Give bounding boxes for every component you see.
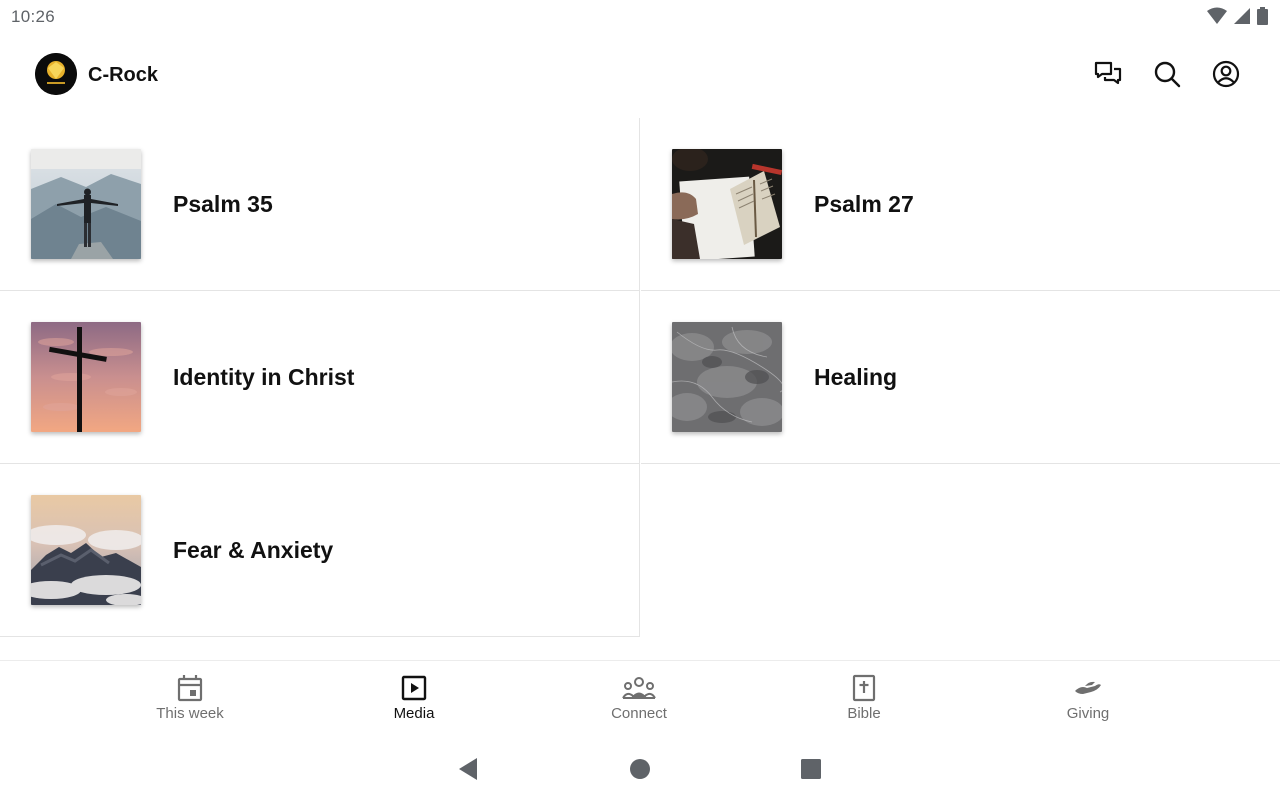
app-title: C-Rock [88,64,159,86]
c-rock-logo[interactable] [35,53,77,95]
chat-icon[interactable] [1094,60,1122,88]
nav-label: Giving [1066,705,1110,722]
nav-giving[interactable]: Giving [1013,673,1163,722]
media-grid: Psalm 35 Psalm 27 Identity in Christ Hea… [0,118,1280,638]
nav-label: This week [156,705,224,722]
app-bar: C-Rock [0,34,1280,118]
search-icon[interactable] [1153,60,1181,88]
media-item-fear-and-anxiety[interactable]: Fear & Anxiety [0,464,640,637]
back-icon[interactable] [455,756,481,782]
calendar-icon [115,673,265,703]
media-thumbnail [672,149,782,259]
account-icon[interactable] [1212,60,1240,88]
media-item-label: Fear & Anxiety [173,537,334,563]
media-item-psalm-35[interactable]: Psalm 35 [0,118,640,291]
media-thumbnail [672,322,782,432]
media-thumbnail [31,495,141,605]
play-icon [339,673,489,703]
recents-icon[interactable] [798,756,824,782]
wifi-icon [1207,7,1227,24]
media-item-label: Psalm 35 [173,191,273,217]
media-item-label: Psalm 27 [814,191,914,217]
home-icon[interactable] [627,756,653,782]
media-item-label: Identity in Christ [173,364,355,390]
media-item-healing[interactable]: Healing [641,291,1280,464]
signal-icon [1234,8,1250,24]
group-icon [564,673,714,703]
status-icons [1207,7,1268,25]
media-item-identity-in-christ[interactable]: Identity in Christ [0,291,640,464]
nav-this-week[interactable]: This week [115,673,265,722]
status-bar: 10:26 [0,0,1280,34]
nav-label: Bible [847,705,881,722]
nav-connect[interactable]: Connect [564,673,714,722]
battery-icon [1257,7,1268,25]
app-actions [1094,60,1240,88]
nav-bible[interactable]: Bible [789,673,939,722]
nav-media[interactable]: Media [339,673,489,722]
status-time: 10:26 [11,7,56,26]
empty-grid-cell [641,464,1280,638]
system-nav-bar [0,738,1280,800]
media-item-label: Healing [814,364,898,390]
media-item-psalm-27[interactable]: Psalm 27 [641,118,1280,291]
giving-hand-icon [1013,673,1163,703]
nav-label: Connect [611,705,667,722]
bible-icon [789,673,939,703]
nav-label: Media [393,705,435,722]
media-thumbnail [31,322,141,432]
media-thumbnail [31,149,141,259]
bottom-nav: This week Media Connect Bible Giving [0,660,1280,738]
